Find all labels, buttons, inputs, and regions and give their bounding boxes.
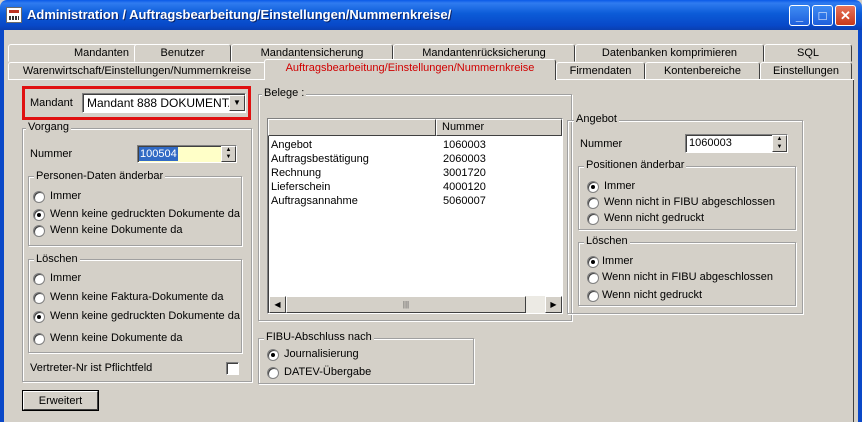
- tab-kontenbereiche[interactable]: Kontenbereiche: [645, 62, 760, 80]
- personen-radio-immer[interactable]: [33, 191, 45, 203]
- belege-column-header-name[interactable]: [268, 119, 436, 136]
- title-bar[interactable]: Administration / Auftragsbearbeitung/Ein…: [0, 0, 862, 30]
- positionen-option-label: Wenn nicht in FIBU abgeschlossen: [604, 196, 775, 208]
- angebot-loeschen-legend: Löschen: [584, 235, 630, 247]
- loeschen-option-label: Wenn keine gedruckten Dokumente da: [50, 310, 240, 322]
- vertreter-checkbox[interactable]: [226, 362, 239, 375]
- loeschen-option-label: Wenn keine Faktura-Dokumente da: [50, 291, 224, 303]
- table-row[interactable]: Rechnung 3001720: [271, 166, 561, 180]
- scroll-right-icon[interactable]: ▶: [545, 296, 562, 313]
- spin-down-icon[interactable]: ▼: [222, 154, 235, 161]
- belege-list[interactable]: Nummer Angebot 1060003 Auftragsbestätigun…: [267, 118, 563, 314]
- personen-radio-gedruckt[interactable]: [33, 209, 45, 221]
- spin-up-icon[interactable]: ▲: [773, 136, 786, 144]
- table-row[interactable]: Lieferschein 4000120: [271, 180, 561, 194]
- angebot-loeschen-radio-immer[interactable]: [587, 256, 599, 268]
- close-button[interactable]: ✕: [835, 5, 856, 26]
- vorgang-loeschen-legend: Löschen: [34, 253, 80, 265]
- maximize-button[interactable]: □: [812, 5, 833, 26]
- positionen-option-label: Immer: [604, 180, 636, 192]
- angebot-loeschen-radio-gedruckt[interactable]: [587, 290, 599, 302]
- positionen-radio-fibu[interactable]: [587, 197, 599, 209]
- loeschen-radio-gedruckt[interactable]: [33, 311, 45, 323]
- loeschen-radio-faktura[interactable]: [33, 292, 45, 304]
- tab-warenwirtschaft-nummernkreise[interactable]: Warenwirtschaft/Einstellungen/Nummernkre…: [8, 62, 266, 80]
- positionen-option-label: Wenn nicht gedruckt: [604, 212, 705, 224]
- personen-legend: Personen-Daten änderbar: [34, 170, 166, 182]
- fibu-legend: FIBU-Abschluss nach: [264, 331, 374, 343]
- loeschen-option-label: Immer: [50, 272, 82, 284]
- angebot-loeschen-option-label: Wenn nicht in FIBU abgeschlossen: [602, 271, 773, 283]
- fibu-option-label: Journalisierung: [284, 348, 359, 360]
- tab-einstellungen[interactable]: Einstellungen: [760, 62, 852, 80]
- angebot-loeschen-option-label: Immer: [602, 255, 634, 267]
- fibu-radio-datev[interactable]: [267, 367, 279, 379]
- loeschen-option-label: Wenn keine Dokumente da: [50, 332, 183, 344]
- vorgang-legend: Vorgang: [26, 121, 71, 133]
- tab-sql[interactable]: SQL: [764, 44, 852, 62]
- fibu-radio-journalisierung[interactable]: [267, 349, 279, 361]
- app-icon: [6, 7, 22, 23]
- vorgang-nummer-label: Nummer: [30, 148, 73, 160]
- spin-up-icon[interactable]: ▲: [222, 147, 235, 154]
- positionen-legend: Positionen änderbar: [584, 159, 687, 171]
- belege-rows: Angebot 1060003 Auftragsbestätigung 206000…: [271, 138, 561, 208]
- tab-panel-edge: [852, 79, 854, 422]
- angebot-loeschen-option-label: Wenn nicht gedruckt: [602, 289, 703, 301]
- positionen-radio-immer[interactable]: [587, 181, 599, 193]
- table-row[interactable]: Angebot 1060003: [271, 138, 561, 152]
- angebot-legend: Angebot: [574, 113, 619, 125]
- personen-option-label: Wenn keine Dokumente da: [50, 224, 183, 236]
- vorgang-nummer-value: 100504: [139, 147, 178, 161]
- angebot-loeschen-radio-fibu[interactable]: [587, 272, 599, 284]
- mandant-highlight-box: [22, 86, 251, 120]
- loeschen-radio-immer[interactable]: [33, 273, 45, 285]
- personen-option-label: Immer: [50, 190, 82, 202]
- table-row[interactable]: Auftragsbestätigung 2060003: [271, 152, 561, 166]
- window-frame-left: [0, 30, 4, 422]
- belege-horizontal-scrollbar[interactable]: ◀ ||| ▶: [269, 296, 562, 313]
- minimize-button[interactable]: _: [789, 5, 810, 26]
- angebot-nummer-value: 1060003: [689, 137, 732, 149]
- angebot-nummer-label: Nummer: [580, 138, 623, 150]
- belege-column-header-nummer[interactable]: Nummer: [436, 119, 562, 136]
- angebot-nummer-field[interactable]: 1060003 ▲ ▼: [685, 134, 788, 153]
- personen-option-label: Wenn keine gedruckten Dokumente da: [50, 208, 240, 220]
- vorgang-nummer-spinner[interactable]: ▲ ▼: [221, 146, 236, 162]
- angebot-nummer-spinner[interactable]: ▲ ▼: [772, 135, 787, 152]
- window-title: Administration / Auftragsbearbeitung/Ein…: [27, 7, 452, 22]
- personen-radio-dokumente[interactable]: [33, 225, 45, 237]
- tab-auftragsbearbeitung-nummernkreise[interactable]: Auftragsbearbeitung/Einstellungen/Nummer…: [264, 59, 556, 80]
- scrollbar-thumb[interactable]: |||: [286, 296, 526, 313]
- window-frame-right: [858, 30, 862, 422]
- vertreter-label: Vertreter-Nr ist Pflichtfeld: [30, 362, 153, 374]
- positionen-radio-gedruckt[interactable]: [587, 213, 599, 225]
- tab-benutzer[interactable]: Benutzer: [134, 44, 231, 62]
- table-row[interactable]: Auftragsannahme 5060007: [271, 194, 561, 208]
- erweitert-button[interactable]: Erweitert: [23, 391, 98, 410]
- fibu-option-label: DATEV-Übergabe: [284, 366, 372, 378]
- belege-legend: Belege :: [262, 87, 307, 99]
- vorgang-nummer-field[interactable]: 100504 ▲ ▼: [137, 145, 237, 163]
- scroll-left-icon[interactable]: ◀: [269, 296, 286, 313]
- loeschen-radio-dokumente[interactable]: [33, 333, 45, 345]
- tab-firmendaten[interactable]: Firmendaten: [556, 62, 645, 80]
- spin-down-icon[interactable]: ▼: [773, 144, 786, 152]
- tab-datenbanken-komprimieren[interactable]: Datenbanken komprimieren: [575, 44, 764, 62]
